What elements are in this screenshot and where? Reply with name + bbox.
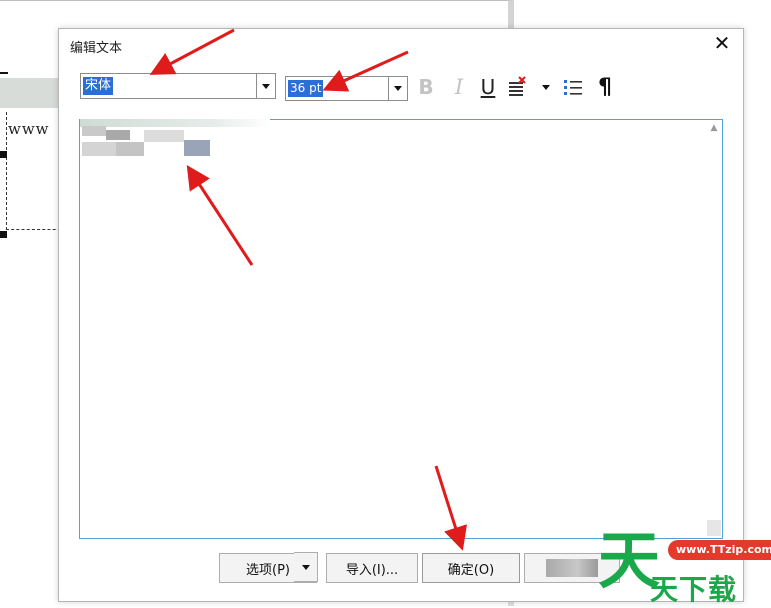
selection-handle[interactable]: [0, 151, 7, 158]
ok-button[interactable]: 确定(O): [422, 553, 520, 583]
blurred-region: [0, 78, 60, 108]
scroll-up-icon[interactable]: ▲: [709, 123, 719, 133]
blurred-region: [144, 130, 184, 142]
chevron-down-icon: [301, 564, 310, 570]
selection-handle[interactable]: [0, 231, 7, 238]
watermark-text: 天下载: [650, 573, 738, 606]
edit-text-dialog: 编辑文本 ✕ 宋体 36 pt B I U ¶ ▲ 选项(P) 导入(I)...…: [58, 28, 744, 602]
chevron-down-icon: [542, 84, 550, 90]
chevron-down-icon: [262, 83, 270, 89]
chevron-down-icon: [394, 86, 402, 91]
blurred-region: [82, 126, 106, 136]
paragraph-icon[interactable]: ¶: [593, 75, 617, 100]
blurred-region: [546, 559, 598, 577]
dialog-title: 编辑文本: [70, 41, 123, 56]
text-editor-area[interactable]: ▲: [79, 119, 723, 539]
watermark-logo: 天 天下载 www.TTzip.com: [596, 530, 771, 606]
underline-icon[interactable]: U: [478, 75, 498, 99]
import-button[interactable]: 导入(I)...: [326, 553, 418, 583]
blurred-region: [80, 119, 270, 127]
font-size-dropdown-button[interactable]: [388, 76, 408, 101]
strikethrough-dropdown-button[interactable]: [539, 75, 553, 99]
font-name-dropdown-button[interactable]: [256, 73, 276, 99]
blurred-region: [82, 142, 116, 156]
blurred-region: [184, 140, 210, 156]
close-icon[interactable]: ✕: [711, 32, 733, 54]
ruler-tick: [0, 72, 8, 74]
strikethrough-icon[interactable]: [505, 75, 529, 99]
bullet-list-icon[interactable]: [561, 75, 585, 99]
font-size-combobox[interactable]: 36 pt: [285, 76, 389, 101]
text-frame[interactable]: [6, 112, 66, 230]
font-name-combobox[interactable]: 宋体: [80, 73, 276, 99]
italic-icon[interactable]: I: [449, 75, 469, 99]
editor-scrollbar[interactable]: ▲: [705, 120, 722, 538]
options-dropdown-button[interactable]: [294, 552, 318, 582]
watermark-url: www.TTzip.com: [668, 540, 771, 560]
canvas-top-border: [0, 0, 512, 8]
font-name-value: 宋体: [83, 77, 114, 95]
bold-icon[interactable]: B: [416, 75, 436, 99]
blurred-region: [116, 142, 144, 156]
blurred-region: [106, 130, 130, 140]
font-size-value: 36 pt: [288, 80, 324, 97]
